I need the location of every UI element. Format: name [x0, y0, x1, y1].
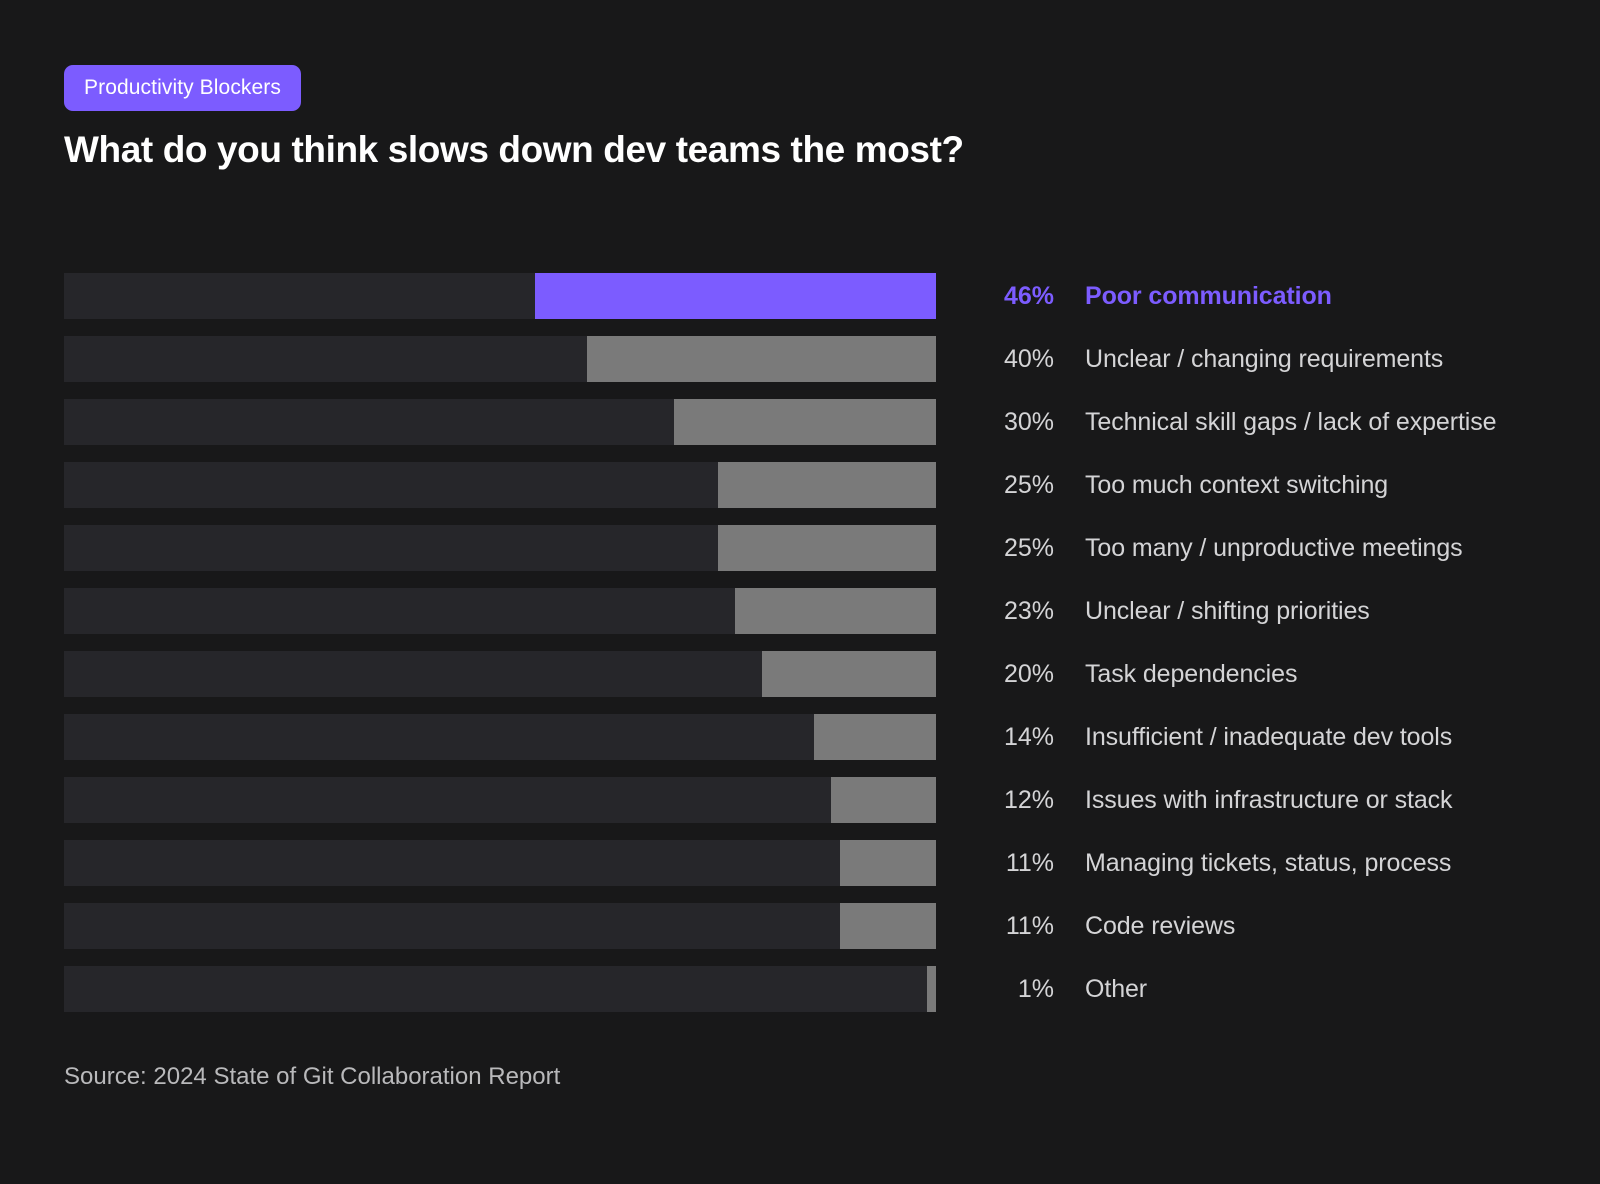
horizontal-bar-chart: 46% Poor communication 40% Unclear / changi… — [64, 273, 1536, 1012]
bar — [674, 399, 936, 445]
bar-label: Insufficient / inadequate dev tools — [1085, 722, 1453, 751]
bar — [718, 525, 936, 571]
bar-track — [64, 336, 936, 382]
bar-track — [64, 588, 936, 634]
bar-label: Too much context switching — [1085, 470, 1389, 499]
bar-track — [64, 840, 936, 886]
bar-track — [64, 966, 936, 1012]
bar-label: Unclear / shifting priorities — [1085, 596, 1370, 625]
chart-row: 40% Unclear / changing requirements — [64, 336, 1536, 382]
bar — [927, 966, 936, 1012]
bar-label: Issues with infrastructure or stack — [1085, 785, 1453, 814]
bar-value: 11% — [1005, 911, 1054, 940]
bar-value: 14% — [1003, 722, 1054, 751]
bar-value: 40% — [1003, 344, 1054, 373]
bar-label: Too many / unproductive meetings — [1085, 533, 1463, 562]
bar — [718, 462, 936, 508]
bar-value: 25% — [1003, 470, 1054, 499]
bar — [534, 273, 936, 319]
chart-row: 14% Insufficient / inadequate dev tools — [64, 714, 1536, 760]
page-title: What do you think slows down dev teams t… — [64, 129, 964, 170]
chart-row: 12% Issues with infrastructure or stack — [64, 777, 1536, 823]
bar-value: 11% — [1005, 848, 1054, 877]
bar-track — [64, 651, 936, 697]
bar-value: 25% — [1003, 533, 1054, 562]
bar-track — [64, 714, 936, 760]
bar — [831, 777, 936, 823]
chart-row: 25% Too much context switching — [64, 462, 1536, 508]
bar-value: 20% — [1003, 659, 1054, 688]
chart-row: 46% Poor communication — [64, 273, 1536, 319]
bar — [813, 714, 936, 760]
category-badge: Productivity Blockers — [64, 65, 301, 111]
chart-page: Productivity Blockers What do you think … — [0, 0, 1600, 1184]
chart-row: 11% Code reviews — [64, 903, 1536, 949]
bar-label: Other — [1085, 974, 1148, 1003]
bar-label: Poor communication — [1085, 281, 1332, 310]
bar-track — [64, 903, 936, 949]
chart-row: 11% Managing tickets, status, process — [64, 840, 1536, 886]
bar-label: Task dependencies — [1085, 659, 1298, 688]
bar — [840, 840, 936, 886]
chart-row: 20% Task dependencies — [64, 651, 1536, 697]
chart-row: 30% Technical skill gaps / lack of expert… — [64, 399, 1536, 445]
bar-track — [64, 273, 936, 319]
bar-label: Technical skill gaps / lack of expertise — [1085, 407, 1497, 436]
bar-value: 12% — [1003, 785, 1054, 814]
bar-value: 46% — [1003, 281, 1054, 310]
bar-track — [64, 399, 936, 445]
chart-row: 25% Too many / unproductive meetings — [64, 525, 1536, 571]
bar-track — [64, 525, 936, 571]
bar-label: Managing tickets, status, process — [1085, 848, 1452, 877]
bar-track — [64, 462, 936, 508]
bar-track — [64, 777, 936, 823]
chart-row: 23% Unclear / shifting priorities — [64, 588, 1536, 634]
category-badge-label: Productivity Blockers — [84, 76, 281, 99]
source-caption: Source: 2024 State of Git Collaboration … — [64, 1063, 561, 1090]
bar-value: 23% — [1003, 596, 1054, 625]
bar — [761, 651, 936, 697]
bar — [587, 336, 936, 382]
bar-value: 30% — [1003, 407, 1054, 436]
bar-label: Code reviews — [1085, 911, 1236, 940]
chart-row: 1% Other — [64, 966, 1536, 1012]
bar — [735, 588, 936, 634]
bar-value: 1% — [1017, 974, 1054, 1003]
bar — [840, 903, 936, 949]
bar-label: Unclear / changing requirements — [1085, 344, 1444, 373]
